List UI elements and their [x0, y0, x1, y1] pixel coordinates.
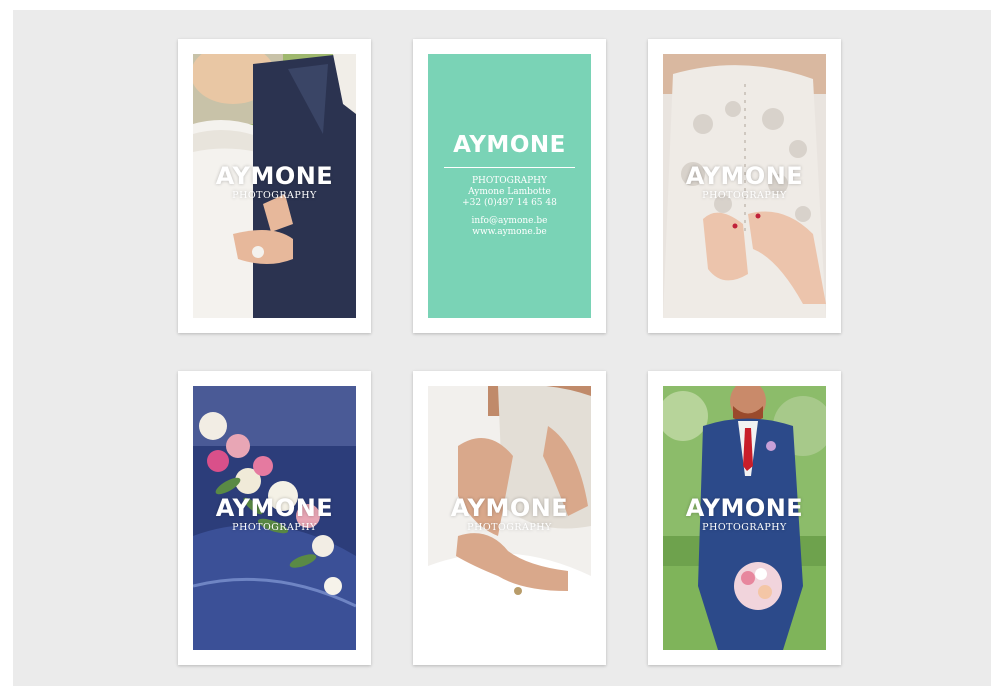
- info-line-name: Aymone Lambotte: [468, 187, 551, 197]
- card-overlay: AYMONE PHOTOGRAPHY: [663, 494, 826, 534]
- photo-lace: AYMONE PHOTOGRAPHY: [663, 54, 826, 318]
- info-divider: [444, 167, 575, 168]
- photo-couple: AYMONE PHOTOGRAPHY: [193, 54, 356, 318]
- brand-name: AYMONE: [215, 162, 334, 190]
- brand-tagline: PHOTOGRAPHY: [467, 522, 552, 533]
- info-line-tagline: PHOTOGRAPHY: [472, 176, 547, 186]
- info-line-website[interactable]: www.aymone.be: [428, 227, 591, 238]
- brand-tagline: PHOTOGRAPHY: [702, 522, 787, 533]
- canvas-background: AYMONE PHOTOGRAPHY AYMONE PHOTOGRAPHY Ay…: [13, 10, 991, 686]
- brand-tagline: PHOTOGRAPHY: [232, 522, 317, 533]
- photo-bride-hands: AYMONE PHOTOGRAPHY: [428, 386, 591, 650]
- info-text: PHOTOGRAPHY Aymone Lambotte +32 (0)497 1…: [428, 176, 591, 238]
- card-overlay: AYMONE PHOTOGRAPHY: [193, 162, 356, 202]
- info-panel: AYMONE PHOTOGRAPHY Aymone Lambotte +32 (…: [428, 54, 591, 318]
- card-overlay: AYMONE PHOTOGRAPHY: [193, 494, 356, 534]
- brand-name: AYMONE: [685, 494, 804, 522]
- business-card-bride-hands[interactable]: AYMONE PHOTOGRAPHY: [413, 371, 606, 665]
- card-overlay: AYMONE PHOTOGRAPHY: [428, 494, 591, 534]
- brand-tagline: PHOTOGRAPHY: [702, 190, 787, 201]
- business-card-couple[interactable]: AYMONE PHOTOGRAPHY: [178, 39, 371, 333]
- business-card-lace[interactable]: AYMONE PHOTOGRAPHY: [648, 39, 841, 333]
- card-overlay: AYMONE PHOTOGRAPHY: [663, 162, 826, 202]
- brand-tagline: PHOTOGRAPHY: [232, 190, 317, 201]
- brand-name: AYMONE: [685, 162, 804, 190]
- info-line-phone: +32 (0)497 14 65 48: [462, 198, 557, 208]
- business-card-groom[interactable]: AYMONE PHOTOGRAPHY: [648, 371, 841, 665]
- business-card-info[interactable]: AYMONE PHOTOGRAPHY Aymone Lambotte +32 (…: [413, 39, 606, 333]
- business-card-bouquet-car[interactable]: AYMONE PHOTOGRAPHY: [178, 371, 371, 665]
- info-line-email[interactable]: info@aymone.be: [428, 216, 591, 227]
- brand-name: AYMONE: [450, 494, 569, 522]
- brand-name: AYMONE: [215, 494, 334, 522]
- info-brand-name: AYMONE: [453, 132, 566, 158]
- photo-groom: AYMONE PHOTOGRAPHY: [663, 386, 826, 650]
- photo-bouquet-car: AYMONE PHOTOGRAPHY: [193, 386, 356, 650]
